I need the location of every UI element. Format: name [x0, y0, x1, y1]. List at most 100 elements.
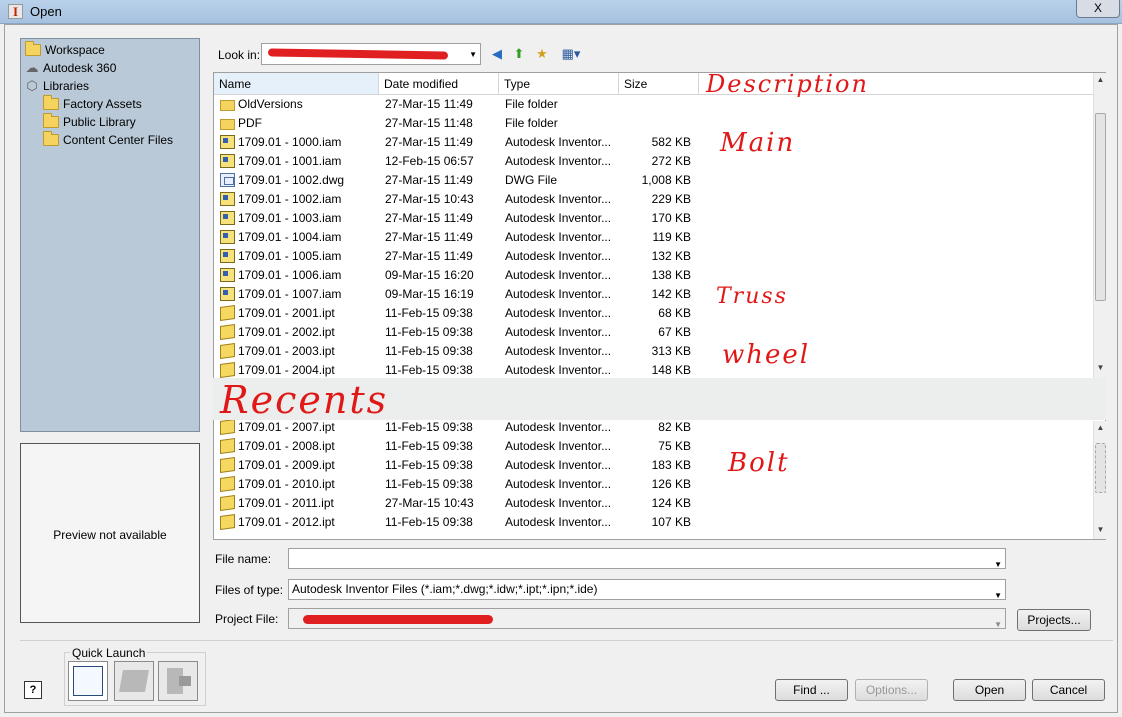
file-size-cell: 229 KB — [651, 192, 691, 206]
file-row[interactable]: 1709.01 - 2012.ipt 11-Feb-15 09:38 Autodes… — [214, 513, 1094, 532]
cancel-button[interactable]: Cancel — [1032, 679, 1105, 701]
file-row[interactable]: 1709.01 - 2003.ipt 11-Feb-15 09:38 Autodes… — [214, 342, 1094, 361]
iam-file-icon — [220, 268, 235, 282]
file-name: 1709.01 - 1002.dwg — [238, 173, 345, 187]
file-name: PDF — [238, 116, 262, 130]
column-header-date[interactable]: Date modified — [379, 73, 499, 95]
file-row[interactable]: 1709.01 - 1007.iam 09-Mar-15 16:19 Autodes… — [214, 285, 1094, 304]
open-button[interactable]: Open — [953, 679, 1026, 701]
column-header-name[interactable]: Name — [214, 73, 379, 95]
column-header-size[interactable]: Size — [619, 73, 699, 95]
vertical-scrollbar-bottom[interactable]: ▲ ▼ — [1093, 421, 1106, 539]
file-row[interactable]: 1709.01 - 1001.iam 12-Feb-15 06:57 Autodes… — [214, 152, 1094, 171]
file-type-cell: File folder — [505, 97, 558, 111]
projects-button[interactable]: Projects... — [1017, 609, 1091, 631]
chevron-down-icon: ▼ — [994, 591, 1002, 600]
file-size-cell: 119 KB — [652, 230, 691, 244]
find-button[interactable]: Find ... — [775, 679, 848, 701]
file-row[interactable]: 1709.01 - 1004.iam 27-Mar-15 11:49 Autodes… — [214, 228, 1094, 247]
file-date-cell: 11-Feb-15 09:38 — [385, 458, 473, 472]
file-row[interactable]: 1709.01 - 2001.ipt 11-Feb-15 09:38 Autodes… — [214, 304, 1094, 323]
file-name-cell: 1709.01 - 2011.ipt — [220, 494, 380, 513]
file-date-cell: 11-Feb-15 09:38 — [385, 515, 473, 529]
new-file-icon[interactable] — [68, 661, 108, 701]
scroll-up-icon[interactable]: ▲ — [1094, 423, 1107, 432]
file-name-input[interactable]: ▼ — [288, 548, 1006, 569]
file-size-cell: 138 KB — [651, 268, 691, 282]
scroll-down-icon[interactable]: ▼ — [1094, 525, 1107, 534]
place-autodesk-360[interactable]: ☁ Autodesk 360 — [25, 59, 117, 77]
ipt-file-icon — [220, 361, 235, 379]
file-row[interactable]: 1709.01 - 1005.iam 27-Mar-15 11:49 Autodes… — [214, 247, 1094, 266]
preview-text: Preview not available — [53, 528, 167, 542]
place-content-center-files[interactable]: Content Center Files — [43, 131, 173, 149]
file-type-cell: Autodesk Inventor... — [505, 458, 612, 472]
window-title: Open — [30, 4, 62, 19]
open-recent-icon[interactable] — [114, 661, 154, 701]
file-name: 1709.01 - 2010.ipt — [238, 477, 335, 491]
view-menu-icon[interactable]: ▦▾ — [557, 45, 585, 63]
new-folder-icon[interactable]: ★ — [533, 45, 551, 63]
project-file-dropdown[interactable]: ▼ — [288, 608, 1006, 629]
ipt-file-icon — [220, 475, 235, 493]
scrollbar-thumb[interactable] — [1095, 113, 1106, 301]
file-date-cell: 09-Mar-15 16:20 — [385, 268, 474, 282]
place-workspace[interactable]: Workspace — [25, 41, 105, 59]
file-name-cell: 1709.01 - 2002.ipt — [220, 323, 380, 342]
file-row[interactable]: 1709.01 - 1002.dwg 27-Mar-15 11:49 DWG Fil… — [214, 171, 1094, 190]
file-type-cell: Autodesk Inventor... — [505, 344, 612, 358]
file-row[interactable]: 1709.01 - 1000.iam 27-Mar-15 11:49 Autodes… — [214, 133, 1094, 152]
file-row[interactable]: 1709.01 - 2009.ipt 11-Feb-15 09:38 Autodes… — [214, 456, 1094, 475]
file-name-cell: 1709.01 - 1000.iam — [220, 133, 380, 152]
annotation-main: Main — [720, 128, 796, 158]
file-row[interactable]: 1709.01 - 2010.ipt 11-Feb-15 09:38 Autodes… — [214, 475, 1094, 494]
file-name: 1709.01 - 1007.iam — [238, 287, 342, 301]
look-in-dropdown[interactable]: ▼ — [261, 43, 481, 65]
ipt-file-icon — [220, 437, 235, 455]
place-factory-assets[interactable]: Factory Assets — [43, 95, 142, 113]
folder-icon — [25, 41, 41, 56]
annotation-recents: Recents — [220, 378, 389, 422]
iam-file-icon — [220, 154, 235, 168]
help-icon[interactable]: ? — [24, 681, 42, 699]
file-type-cell: Autodesk Inventor... — [505, 230, 612, 244]
close-button[interactable]: X — [1076, 0, 1120, 18]
file-row[interactable]: 1709.01 - 1002.iam 27-Mar-15 10:43 Autodes… — [214, 190, 1094, 209]
file-name-cell: 1709.01 - 2001.ipt — [220, 304, 380, 323]
options-button[interactable]: Options... — [855, 679, 928, 701]
place-public-library[interactable]: Public Library — [43, 113, 136, 131]
up-folder-icon[interactable]: ⬆ — [510, 45, 528, 63]
file-row[interactable]: 1709.01 - 2011.ipt 27-Mar-15 10:43 Autodes… — [214, 494, 1094, 513]
file-row[interactable]: OldVersions 27-Mar-15 11:49 File folder — [214, 95, 1094, 114]
vertical-scrollbar-top[interactable]: ▲ ▼ — [1093, 73, 1106, 378]
place-label: Workspace — [45, 43, 105, 57]
file-type-cell: DWG File — [505, 173, 557, 187]
scroll-up-icon[interactable]: ▲ — [1094, 75, 1107, 84]
ipt-file-icon — [220, 304, 235, 322]
files-of-type-dropdown[interactable]: Autodesk Inventor Files (*.iam;*.dwg;*.i… — [288, 579, 1006, 600]
file-date-cell: 27-Mar-15 11:49 — [385, 97, 473, 111]
quick-launch-label: Quick Launch — [70, 646, 148, 660]
file-date-cell: 11-Feb-15 09:38 — [385, 477, 473, 491]
file-name-label: File name: — [215, 552, 272, 566]
import-icon[interactable] — [158, 661, 198, 701]
file-size-cell: 132 KB — [651, 249, 691, 263]
back-icon[interactable]: ◀ — [488, 45, 506, 63]
file-row[interactable]: PDF 27-Mar-15 11:48 File folder — [214, 114, 1094, 133]
file-date-cell: 12-Feb-15 06:57 — [385, 154, 474, 168]
file-date-cell: 11-Feb-15 09:38 — [385, 439, 473, 453]
file-type-cell: Autodesk Inventor... — [505, 420, 612, 434]
files-of-type-value: Autodesk Inventor Files (*.iam;*.dwg;*.i… — [292, 582, 598, 596]
scrollbar-thumb[interactable] — [1095, 443, 1106, 493]
place-libraries[interactable]: ⬡ Libraries — [25, 77, 89, 95]
file-type-cell: Autodesk Inventor... — [505, 496, 612, 510]
ipt-file-icon — [220, 456, 235, 474]
file-row[interactable]: 1709.01 - 2002.ipt 11-Feb-15 09:38 Autodes… — [214, 323, 1094, 342]
file-row[interactable]: 1709.01 - 1006.iam 09-Mar-15 16:20 Autodes… — [214, 266, 1094, 285]
file-row[interactable]: 1709.01 - 1003.iam 27-Mar-15 11:49 Autodes… — [214, 209, 1094, 228]
scroll-down-icon[interactable]: ▼ — [1094, 363, 1107, 372]
file-date-cell: 27-Mar-15 11:49 — [385, 249, 473, 263]
column-header-type[interactable]: Type — [499, 73, 619, 95]
file-name-cell: 1709.01 - 1007.iam — [220, 285, 380, 304]
file-row[interactable]: 1709.01 - 2008.ipt 11-Feb-15 09:38 Autodes… — [214, 437, 1094, 456]
